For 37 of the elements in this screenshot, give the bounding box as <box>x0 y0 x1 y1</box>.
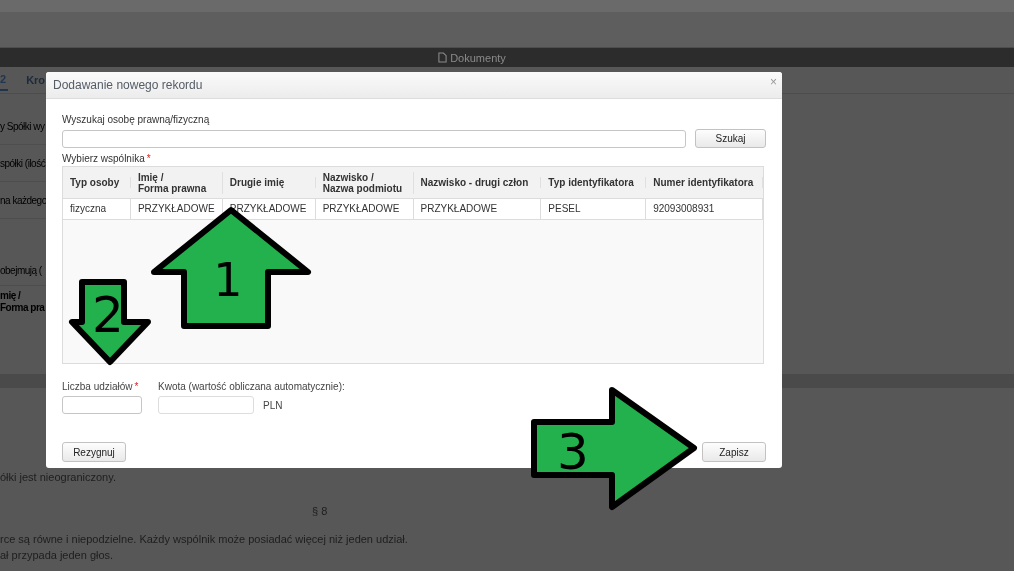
save-button[interactable]: Zapisz <box>702 442 766 462</box>
column-header[interactable]: Nazwisko - drugi człon <box>413 177 542 188</box>
search-field[interactable] <box>62 130 686 148</box>
currency-label: PLN <box>263 399 283 411</box>
table-header-cell-text: mię / Forma pra <box>0 290 46 315</box>
table-label: Wybierz wspólnika <box>62 153 145 166</box>
form-label: na każdego <box>0 194 47 206</box>
column-header[interactable]: Drugie imię <box>222 177 316 188</box>
cancel-button[interactable]: Rezygnuj <box>62 442 126 462</box>
table-cell: 92093008931 <box>646 199 763 219</box>
step-number: 2 <box>92 286 124 344</box>
table-cell: PRZYKŁADOWE <box>413 199 542 219</box>
table-row[interactable]: fizyczna PRZYKŁADOWE PRZYKŁADOWE PRZYKŁADOWE PRZYKŁADOWE PESEL 92093008931 <box>63 199 763 220</box>
column-header[interactable]: Imię / Forma prawna <box>130 171 223 194</box>
required-mark: * <box>146 153 151 166</box>
step-number: 1 <box>213 253 243 307</box>
column-header[interactable]: Typ osoby <box>63 177 131 188</box>
dialog-title: Dodawanie nowego rekordu <box>53 78 203 92</box>
search-label: Wyszukaj osobę prawną/fizyczną <box>62 114 211 127</box>
search-button[interactable]: Szukaj <box>695 129 766 148</box>
shares-field[interactable] <box>62 396 142 414</box>
table-cell: PRZYKŁADOWE <box>315 199 414 219</box>
column-header[interactable]: Typ identyfikatora <box>541 177 647 188</box>
table-cell: fizyczna <box>63 199 131 219</box>
amount-field[interactable] <box>158 396 254 414</box>
column-header[interactable]: Nazwisko / Nazwa podmiotu <box>315 171 414 194</box>
document-icon <box>438 52 448 63</box>
column-header[interactable]: Numer identyfikatora <box>646 177 763 188</box>
form-label: spółki (ilość <box>0 157 46 169</box>
required-mark: * <box>134 381 139 394</box>
form-label: y Spółki wy <box>0 120 45 132</box>
amount-label: Kwota (wartość obliczana automatycznie): <box>158 381 345 394</box>
step-number: 3 <box>557 423 589 481</box>
table-cell: PESEL <box>541 199 647 219</box>
documents-link[interactable]: Dokumenty <box>438 51 506 64</box>
shares-label: Liczba udziałów <box>62 381 133 394</box>
note-text: obejmują ( <box>0 264 42 276</box>
